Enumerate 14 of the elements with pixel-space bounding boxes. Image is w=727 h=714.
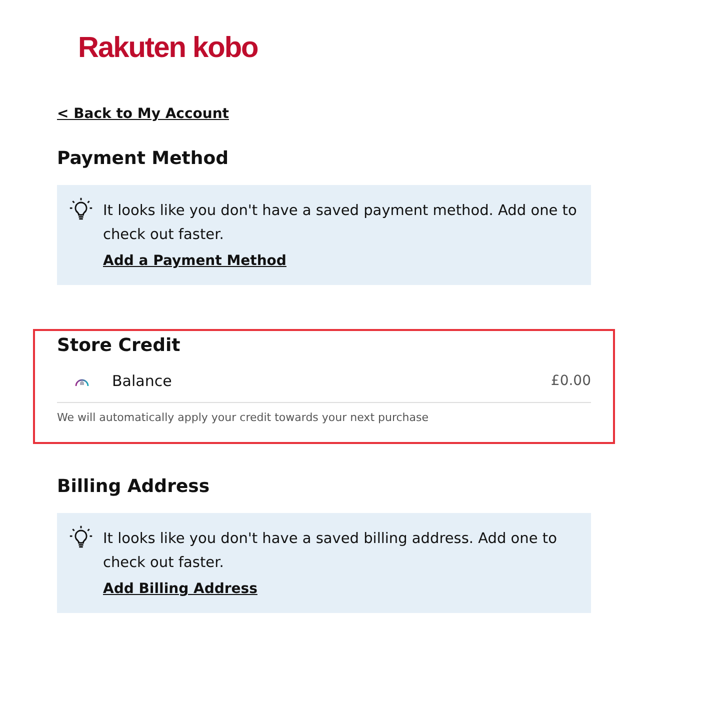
notice-text: It looks like you don't have a saved payment method. Add one to check out faster. — [103, 202, 578, 245]
section-heading: Store Credit — [57, 335, 182, 356]
balance-label: Balance — [112, 372, 173, 390]
section-heading: Billing Address — [57, 476, 211, 497]
section-heading: Payment Method — [57, 148, 230, 169]
credit-note: We will automatically apply your credit towards your next purchase — [57, 411, 430, 424]
logo[interactable]: Rakuten kobo — [78, 30, 258, 66]
back-link[interactable]: < Back to My Account — [57, 106, 229, 122]
balance-amount: £0.00 — [550, 373, 591, 389]
add-link[interactable]: Add Billing Address — [103, 581, 258, 597]
add-link[interactable]: Add a Payment Method — [103, 253, 286, 269]
lightbulb-icon — [69, 525, 93, 549]
lightbulb-icon — [69, 197, 93, 221]
notice-text: It looks like you don't have a saved billing address. Add one to check out faster. — [103, 530, 558, 573]
